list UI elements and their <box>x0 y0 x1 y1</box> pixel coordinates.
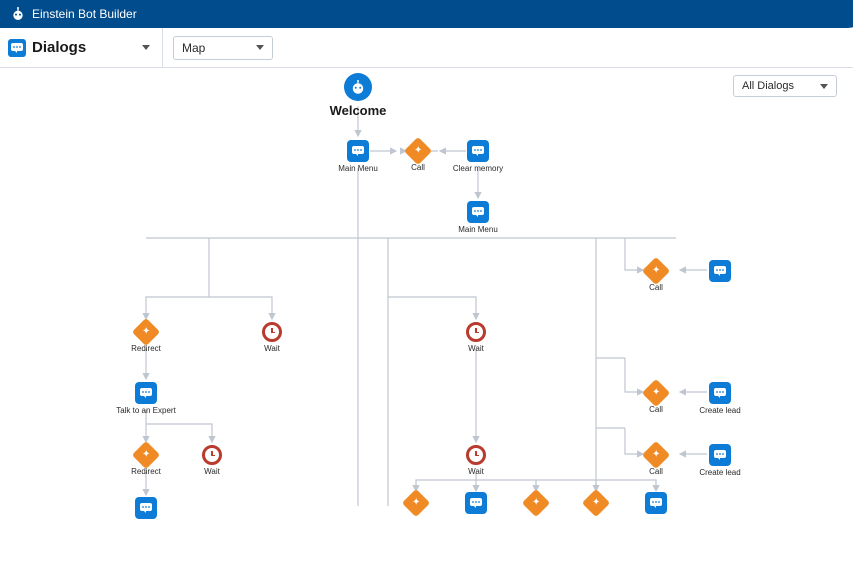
node-create-lead-1[interactable]: Create lead <box>690 382 750 415</box>
app-title: Einstein Bot Builder <box>32 7 137 21</box>
node-chat-b2[interactable] <box>626 492 686 514</box>
node-redirect-2[interactable]: ✦ Redirect <box>116 444 176 476</box>
chat-icon <box>347 140 369 162</box>
node-call-r2[interactable]: ✦ Call <box>626 382 686 414</box>
chat-icon <box>709 382 731 404</box>
diamond-icon: ✦ <box>582 489 610 517</box>
view-selector[interactable]: Map <box>173 36 273 60</box>
node-chat[interactable] <box>116 497 176 519</box>
node-wait-4[interactable]: Wait <box>446 444 506 476</box>
node-wait-2[interactable]: Wait <box>182 444 242 476</box>
node-label: Wait <box>446 344 506 353</box>
chevron-down-icon <box>142 45 150 50</box>
dialogs-label: Dialogs <box>32 39 86 56</box>
node-main-menu-2[interactable]: Main Menu <box>448 201 508 234</box>
chat-icon <box>467 140 489 162</box>
node-wait[interactable]: Wait <box>242 321 302 353</box>
node-call-b3[interactable]: ✦ <box>566 492 626 514</box>
view-label: Map <box>182 41 205 55</box>
diamond-icon: ✦ <box>132 318 160 346</box>
node-label: Wait <box>182 467 242 476</box>
node-clear-memory[interactable]: Clear memory <box>448 140 508 173</box>
node-label: Welcome <box>318 103 398 118</box>
chat-icon <box>465 492 487 514</box>
filter-label: All Dialogs <box>742 80 794 92</box>
app-titlebar: Einstein Bot Builder <box>0 0 853 28</box>
bot-avatar-icon <box>344 73 372 101</box>
clock-icon <box>466 322 486 342</box>
node-label: Wait <box>242 344 302 353</box>
node-talk-expert[interactable]: Talk to an Expert <box>116 382 176 415</box>
filter-selector[interactable]: All Dialogs <box>733 75 837 97</box>
node-label: Main Menu <box>328 164 388 173</box>
chat-icon <box>709 260 731 282</box>
node-call[interactable]: ✦ Call <box>388 140 448 172</box>
chat-icon <box>135 382 157 404</box>
node-chat-r1[interactable] <box>690 260 750 282</box>
node-label: Clear memory <box>448 164 508 173</box>
dialogs-selector[interactable]: Dialogs <box>8 28 163 68</box>
node-main-menu[interactable]: Main Menu <box>328 140 388 173</box>
diamond-icon: ✦ <box>522 489 550 517</box>
diamond-icon: ✦ <box>642 257 670 285</box>
node-label: Main Menu <box>448 225 508 234</box>
clock-icon <box>466 445 486 465</box>
chevron-down-icon <box>820 84 828 89</box>
node-label: Create lead <box>690 406 750 415</box>
clock-icon <box>202 445 222 465</box>
node-call-b2[interactable]: ✦ <box>506 492 566 514</box>
diamond-icon: ✦ <box>404 137 432 165</box>
node-label: Wait <box>446 467 506 476</box>
node-label: Talk to an Expert <box>116 406 176 415</box>
node-welcome[interactable]: Welcome <box>318 73 398 118</box>
dialog-map-canvas[interactable]: Welcome Main Menu ✦ Call Clear memory Ma… <box>0 68 853 506</box>
toolbar: Dialogs Map <box>0 28 853 68</box>
clock-icon <box>262 322 282 342</box>
diamond-icon: ✦ <box>132 441 160 469</box>
chat-icon <box>467 201 489 223</box>
diamond-icon: ✦ <box>642 379 670 407</box>
chat-icon <box>709 444 731 466</box>
diamond-icon: ✦ <box>402 489 430 517</box>
chevron-down-icon <box>256 45 264 50</box>
node-create-lead-2[interactable]: Create lead <box>690 444 750 477</box>
node-wait-3[interactable]: Wait <box>446 321 506 353</box>
node-chat-b1[interactable] <box>446 492 506 514</box>
diamond-icon: ✦ <box>642 441 670 469</box>
bot-icon <box>10 6 26 22</box>
node-call-b1[interactable]: ✦ <box>386 492 446 514</box>
node-call-r3[interactable]: ✦ Call <box>626 444 686 476</box>
node-label: Create lead <box>690 468 750 477</box>
dialogs-icon <box>8 39 26 57</box>
node-redirect[interactable]: ✦ Redirect <box>116 321 176 353</box>
chat-icon <box>645 492 667 514</box>
chat-icon <box>135 497 157 519</box>
node-call-r1[interactable]: ✦ Call <box>626 260 686 292</box>
